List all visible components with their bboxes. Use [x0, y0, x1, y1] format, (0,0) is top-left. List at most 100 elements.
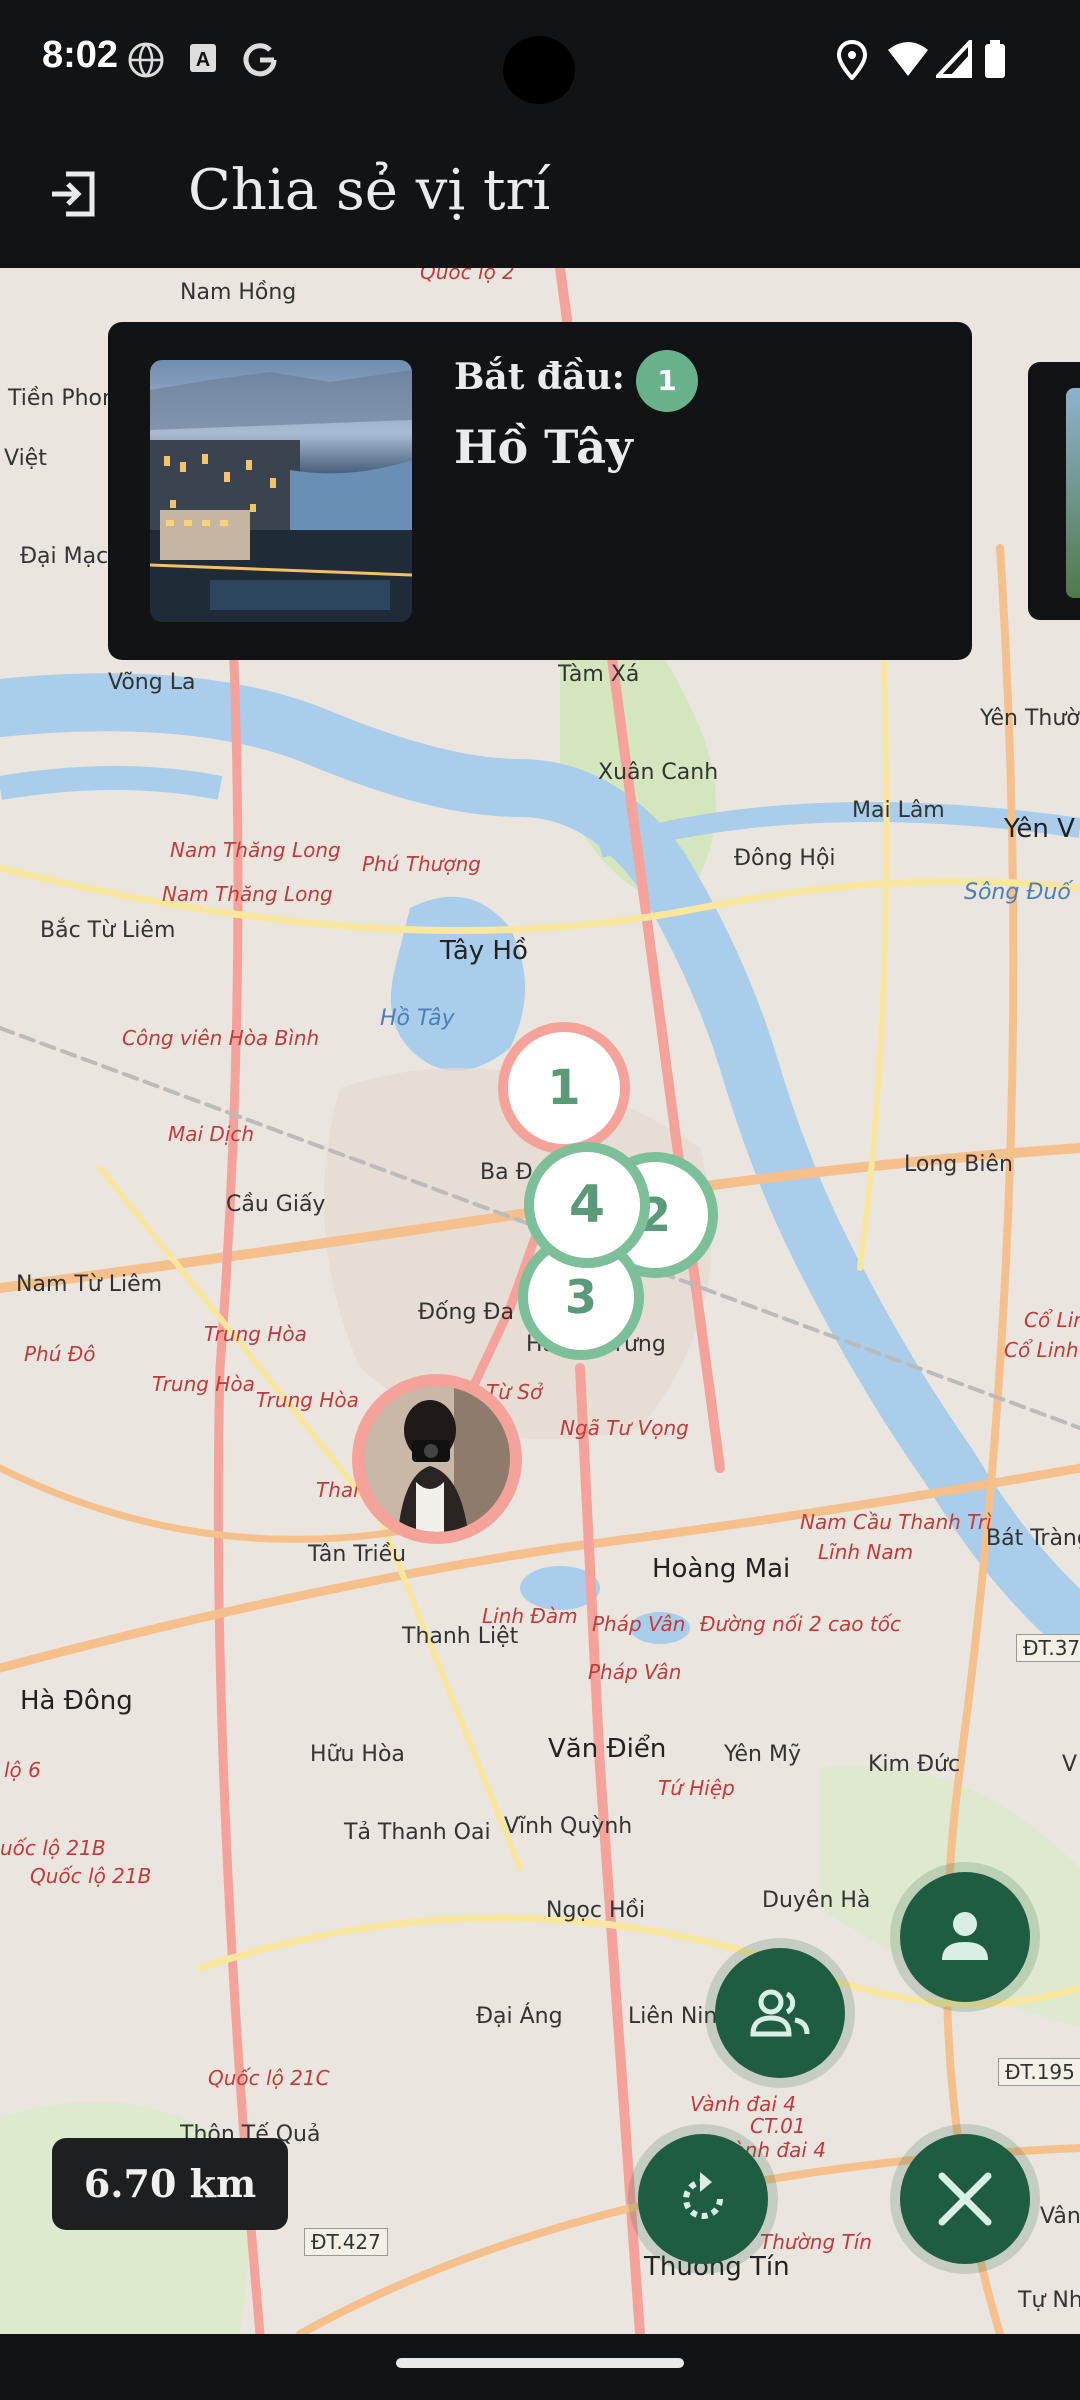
map-label: Xuân Canh: [598, 760, 719, 785]
group-icon: [750, 1989, 810, 2037]
map-label: V: [1062, 1752, 1078, 1777]
map-label: Pháp Vân: [592, 1612, 686, 1636]
map-label: CT.01: [750, 2114, 806, 2138]
map-label: Hồ Tây: [380, 1006, 455, 1031]
google-icon: [240, 40, 280, 85]
home-handle[interactable]: [396, 2358, 684, 2368]
map-label: ĐT.195: [998, 2058, 1080, 2086]
map-label: Thanh Liệt: [402, 1624, 519, 1649]
refresh-button[interactable]: [638, 2134, 768, 2264]
map-label: Nam Hồng: [180, 280, 297, 305]
map-label: Bát Tràng: [986, 1526, 1080, 1551]
map-label: Lĩnh Nam: [818, 1540, 914, 1564]
map-label: Cổ Linh: [1024, 1308, 1080, 1332]
map-label: Yên V: [1004, 814, 1075, 844]
map-label: Yên Thườn: [980, 706, 1080, 731]
map-label: Thai: [316, 1478, 359, 1502]
map-label: Duyên Hà: [762, 1888, 871, 1913]
my-location-button[interactable]: [900, 1872, 1030, 2002]
map-label: Ba Đ: [480, 1160, 533, 1185]
map-label: Ngọc Hồi: [546, 1898, 646, 1923]
map-label: Tứ Hiệp: [658, 1776, 735, 1800]
map-label: Sông Đuố: [964, 880, 1071, 905]
refresh-icon: [683, 2172, 723, 2219]
map-label: Hoàng Mai: [652, 1554, 791, 1584]
map-label: Nam Thăng Long: [170, 838, 341, 862]
map-label: Vành đai 4: [690, 2092, 796, 2116]
map-label: Tiền Phon: [8, 386, 116, 411]
map-label: Đại Áng: [476, 2004, 563, 2029]
map-label: lộ 6: [4, 1758, 41, 1782]
map-label: Tự Nh: [1018, 2288, 1080, 2313]
location-icon: [834, 39, 870, 85]
map-label: Kim Đức: [868, 1752, 961, 1777]
map-label: Tả Thanh Oai: [344, 1820, 491, 1845]
avatar: [364, 1386, 510, 1532]
map-label: Tân Triều: [308, 1542, 407, 1567]
location-marker-1[interactable]: 1: [498, 1022, 630, 1154]
map-label: Bắc Từ Liêm: [40, 918, 176, 943]
group-button[interactable]: [715, 1948, 845, 2078]
next-location-card[interactable]: [1028, 362, 1080, 620]
map-label: Phú Thượng: [362, 852, 481, 876]
status-bar: 8:02 A: [0, 0, 1080, 120]
card-start-label: Bắt đầu:: [454, 356, 625, 398]
navigation-bar: [0, 2334, 1080, 2400]
signal-icon: [933, 36, 972, 83]
person-icon: [942, 1912, 988, 1960]
map-label: Phú Đô: [24, 1342, 96, 1366]
map-label: Tây Hồ: [440, 936, 528, 966]
map-label: Nam Cầu Thanh Trì: [800, 1510, 992, 1534]
map-label: Đường nối 2 cao tốc: [700, 1612, 901, 1636]
user-avatar-marker[interactable]: [352, 1374, 522, 1544]
close-button[interactable]: [900, 2134, 1030, 2264]
map-label: Vĩnh Quỳnh: [504, 1814, 633, 1839]
location-photo: [150, 360, 412, 622]
map-label: ĐT.427: [304, 2228, 388, 2256]
map-label: ĐT.37: [1016, 1634, 1080, 1662]
status-time: 8:02: [42, 34, 119, 76]
map-label: Pháp Vân: [588, 1660, 682, 1684]
map-label: Yên Mỹ: [724, 1742, 801, 1767]
map-label: Tàm Xá: [558, 662, 640, 687]
map-label: Mai Lâm: [852, 798, 945, 823]
map-label: Việt: [4, 446, 47, 471]
map-label: Quốc lộ 2: [420, 268, 515, 284]
map-label: Trung Hòa: [204, 1322, 307, 1346]
map-label: Quốc lộ 21B: [30, 1864, 152, 1888]
map-label: Hà Đông: [20, 1686, 133, 1716]
page-title: Chia sẻ vị trí: [188, 158, 551, 223]
map-label: Công viên Hòa Bình: [122, 1026, 320, 1050]
map-label: Mai Dịch: [168, 1122, 255, 1146]
map-label: Vân: [1040, 2204, 1080, 2229]
location-card[interactable]: Bắt đầu: 1 Hồ Tây: [108, 322, 972, 660]
map-label: Long Biên: [904, 1152, 1013, 1177]
map-label: Trung Hòa: [152, 1372, 255, 1396]
map-label: uốc lộ 21B: [0, 1836, 106, 1860]
map-label: Trung Hòa: [256, 1388, 359, 1412]
map-label: Đại Mạch: [20, 544, 123, 569]
app-bar: Chia sẻ vị trí: [0, 120, 1080, 268]
a-icon: A: [188, 40, 218, 81]
map-label: Thường Tín: [760, 2230, 872, 2254]
map-label: Nam Thăng Long: [162, 882, 333, 906]
wifi-icon: [886, 40, 930, 83]
front-camera: [503, 36, 575, 104]
map-label: Văn Điển: [548, 1734, 667, 1764]
battery-icon: [984, 40, 1006, 85]
card-step-badge: 1: [636, 350, 698, 412]
map-label: Quốc lộ 21C: [208, 2066, 330, 2090]
distance-chip: 6.70 km: [52, 2138, 288, 2230]
map-label: Cổ Linh: [1004, 1338, 1079, 1362]
next-location-photo: [1066, 388, 1080, 598]
map-label: Hữu Hòa: [310, 1742, 405, 1767]
location-marker-4[interactable]: 4: [524, 1142, 650, 1268]
exit-icon[interactable]: [44, 166, 100, 227]
map-label: Võng La: [108, 670, 196, 695]
globe-icon: [126, 40, 166, 85]
map-label: Đông Hội: [734, 846, 836, 871]
map-label: Cầu Giấy: [226, 1192, 326, 1217]
card-location-name: Hồ Tây: [454, 420, 633, 474]
map-label: Ngã Tư Vọng: [560, 1416, 689, 1440]
map-label: Đống Đa: [418, 1300, 514, 1325]
